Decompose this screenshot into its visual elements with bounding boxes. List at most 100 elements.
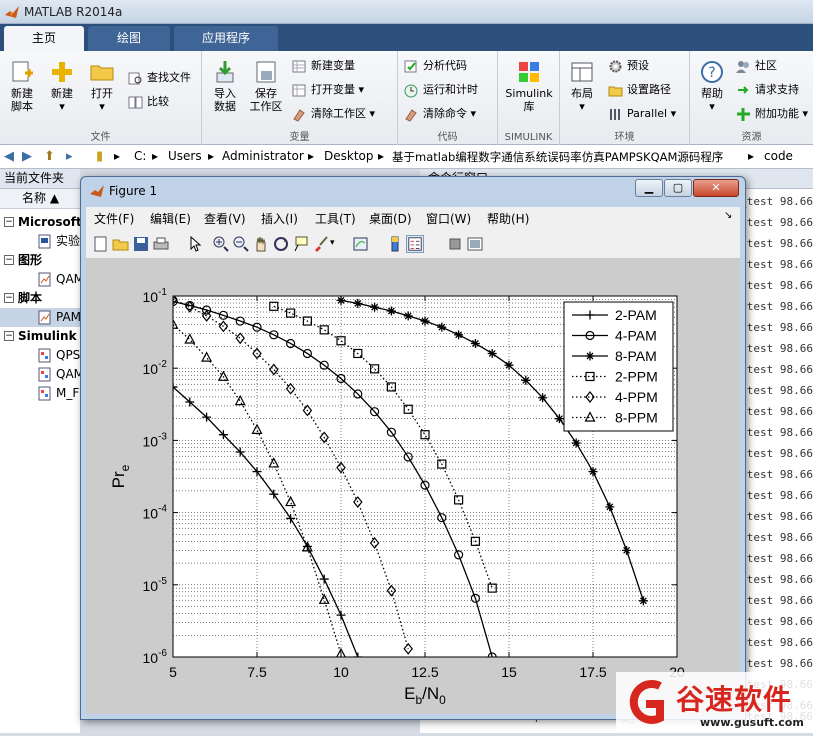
- menu-view[interactable]: 查看(V): [204, 210, 246, 227]
- figure-title-bar[interactable]: Figure 1 ▁ ▢ ✕: [81, 177, 745, 205]
- section-label-simulink: SIMULINK: [504, 132, 553, 143]
- section-label-code: 代码: [437, 132, 458, 143]
- forward-arrow-icon[interactable]: ▶: [22, 149, 32, 164]
- figure-window[interactable]: Figure 1 ▁ ▢ ✕ 文件(F) 编辑(E) 查看(V) 插入(I) 工…: [80, 176, 746, 720]
- layout-button[interactable]: 布局 ▾: [564, 59, 600, 113]
- list-item[interactable]: 实验: [0, 232, 80, 251]
- list-item[interactable]: QAM: [0, 270, 80, 289]
- breadcrumb-project-folder[interactable]: 基于matlab编程数字通信系统误码率仿真PAMPSKQAM源码程序: [392, 149, 723, 165]
- run-and-time-button[interactable]: 运行和计时: [404, 81, 478, 99]
- show-plot-tools-icon[interactable]: [466, 235, 484, 253]
- maximize-button[interactable]: ▢: [664, 179, 692, 197]
- save-icon[interactable]: [132, 235, 150, 253]
- figure-canvas[interactable]: 57.51012.51517.52010-610-510-410-310-210…: [86, 259, 740, 714]
- menu-insert[interactable]: 插入(I): [261, 210, 298, 227]
- address-bar: ◀ ▶ ⬆ ▸ ▮ ▸ C: ▸ Users ▸ Administrator ▸…: [0, 145, 813, 169]
- open-file-icon[interactable]: [112, 235, 130, 253]
- tab-home[interactable]: 主页: [4, 26, 84, 51]
- collapse-icon[interactable]: −: [4, 331, 14, 341]
- compare-button[interactable]: 比较: [128, 93, 169, 111]
- collapse-icon[interactable]: −: [4, 293, 14, 303]
- menu-tools[interactable]: 工具(T): [315, 210, 356, 227]
- new-button[interactable]: 新建 ▾: [44, 59, 80, 113]
- menu-file[interactable]: 文件(F): [94, 210, 134, 227]
- new-variable-button[interactable]: 新建变量: [292, 57, 355, 75]
- zoom-in-icon[interactable]: [212, 235, 230, 253]
- new-label: 新建: [51, 87, 73, 100]
- rotate-3d-icon[interactable]: [272, 235, 290, 253]
- group-microsoft[interactable]: − Microsoft: [0, 213, 80, 232]
- list-item[interactable]: QPS: [0, 346, 80, 365]
- open-variable-button[interactable]: 打开变量 ▾: [292, 81, 364, 99]
- pan-icon[interactable]: [252, 235, 270, 253]
- list-item-selected[interactable]: PAM: [0, 308, 80, 327]
- menu-help[interactable]: 帮助(H): [487, 210, 529, 227]
- clear-workspace-button[interactable]: 清除工作区 ▾: [292, 105, 375, 123]
- new-script-button[interactable]: 新建 脚本: [4, 59, 40, 113]
- add-ons-button[interactable]: 附加功能 ▾: [736, 105, 808, 123]
- print-icon[interactable]: [152, 235, 170, 253]
- model-file-icon: [38, 348, 51, 363]
- back-arrow-icon[interactable]: ◀: [4, 149, 14, 164]
- menu-edit[interactable]: 编辑(E): [150, 210, 191, 227]
- tab-apps[interactable]: 应用程序: [174, 26, 278, 51]
- help-button[interactable]: ? 帮助 ▾: [694, 59, 730, 113]
- open-button[interactable]: 打开 ▾: [84, 59, 120, 113]
- set-path-button[interactable]: 设置路径: [608, 81, 671, 99]
- collapse-icon[interactable]: −: [4, 255, 14, 265]
- hide-plot-tools-icon[interactable]: [446, 235, 464, 253]
- request-support-icon: [738, 85, 749, 94]
- y-tick-label: 10-1: [143, 287, 168, 305]
- find-files-button[interactable]: 查找文件: [128, 69, 191, 87]
- save-workspace-label: 保存 工作区: [249, 87, 283, 113]
- breadcrumb-users[interactable]: Users: [168, 149, 202, 163]
- parallel-button[interactable]: Parallel ▾: [608, 105, 676, 123]
- clear-commands-button[interactable]: 清除命令 ▾: [404, 105, 476, 123]
- y-tick-exponent: -2: [158, 359, 167, 370]
- import-data-button[interactable]: 导入 数据: [206, 59, 244, 113]
- save-workspace-button[interactable]: 保存 工作区: [246, 59, 286, 113]
- community-button[interactable]: 社区: [736, 57, 777, 75]
- group-simulink[interactable]: − Simulink: [0, 327, 80, 346]
- name-header-label: 名称: [22, 191, 47, 205]
- colorbar-icon[interactable]: [386, 235, 404, 253]
- new-variable-icon: [292, 60, 306, 72]
- new-script-label: 新建 脚本: [11, 87, 33, 113]
- zoom-out-icon[interactable]: [232, 235, 250, 253]
- brush-icon[interactable]: [312, 235, 330, 253]
- up-folder-icon[interactable]: ⬆: [44, 149, 55, 164]
- data-cursor-icon[interactable]: [292, 235, 310, 253]
- list-item[interactable]: M_F: [0, 384, 80, 403]
- edit-plot-icon[interactable]: [186, 235, 204, 253]
- group-scripts[interactable]: − 脚本: [0, 289, 80, 308]
- group-figures[interactable]: − 图形: [0, 251, 80, 270]
- breadcrumb-desktop[interactable]: Desktop: [324, 149, 374, 163]
- dock-arrow-icon[interactable]: ↘: [724, 210, 732, 221]
- svg-text:?: ?: [708, 65, 715, 81]
- breadcrumb-code[interactable]: code: [764, 149, 793, 163]
- request-support-button[interactable]: 请求支持: [736, 81, 799, 99]
- breadcrumb-c[interactable]: C:: [134, 149, 146, 163]
- simulink-library-button[interactable]: Simulink 库: [502, 59, 556, 113]
- close-button[interactable]: ✕: [693, 179, 739, 197]
- y-tick-label: 10-4: [143, 504, 168, 522]
- link-plot-icon[interactable]: [352, 235, 370, 253]
- tab-plots[interactable]: 绘图: [88, 26, 170, 51]
- chevron-down-icon[interactable]: ▾: [330, 238, 348, 256]
- list-item[interactable]: QAM: [0, 365, 80, 384]
- breadcrumb-administrator[interactable]: Administrator: [222, 149, 304, 163]
- legend-icon[interactable]: [406, 235, 424, 253]
- new-figure-icon[interactable]: [92, 235, 110, 253]
- x-axis-label: Eb/N0: [404, 684, 446, 707]
- analyze-code-button[interactable]: 分析代码: [404, 57, 467, 75]
- minimize-button[interactable]: ▁: [635, 179, 663, 197]
- menu-window[interactable]: 窗口(W): [426, 210, 471, 227]
- ber-chart[interactable]: 57.51012.51517.52010-610-510-410-310-210…: [86, 259, 740, 714]
- watermark-text: 谷速软件: [676, 683, 793, 716]
- browse-icon[interactable]: ▸: [66, 149, 73, 164]
- file-label: PAM: [56, 310, 80, 324]
- menu-desktop[interactable]: 桌面(D): [369, 210, 412, 227]
- name-column-header[interactable]: 名称 ▲: [0, 189, 80, 209]
- collapse-icon[interactable]: −: [4, 217, 14, 227]
- preferences-button[interactable]: 预设: [608, 57, 649, 75]
